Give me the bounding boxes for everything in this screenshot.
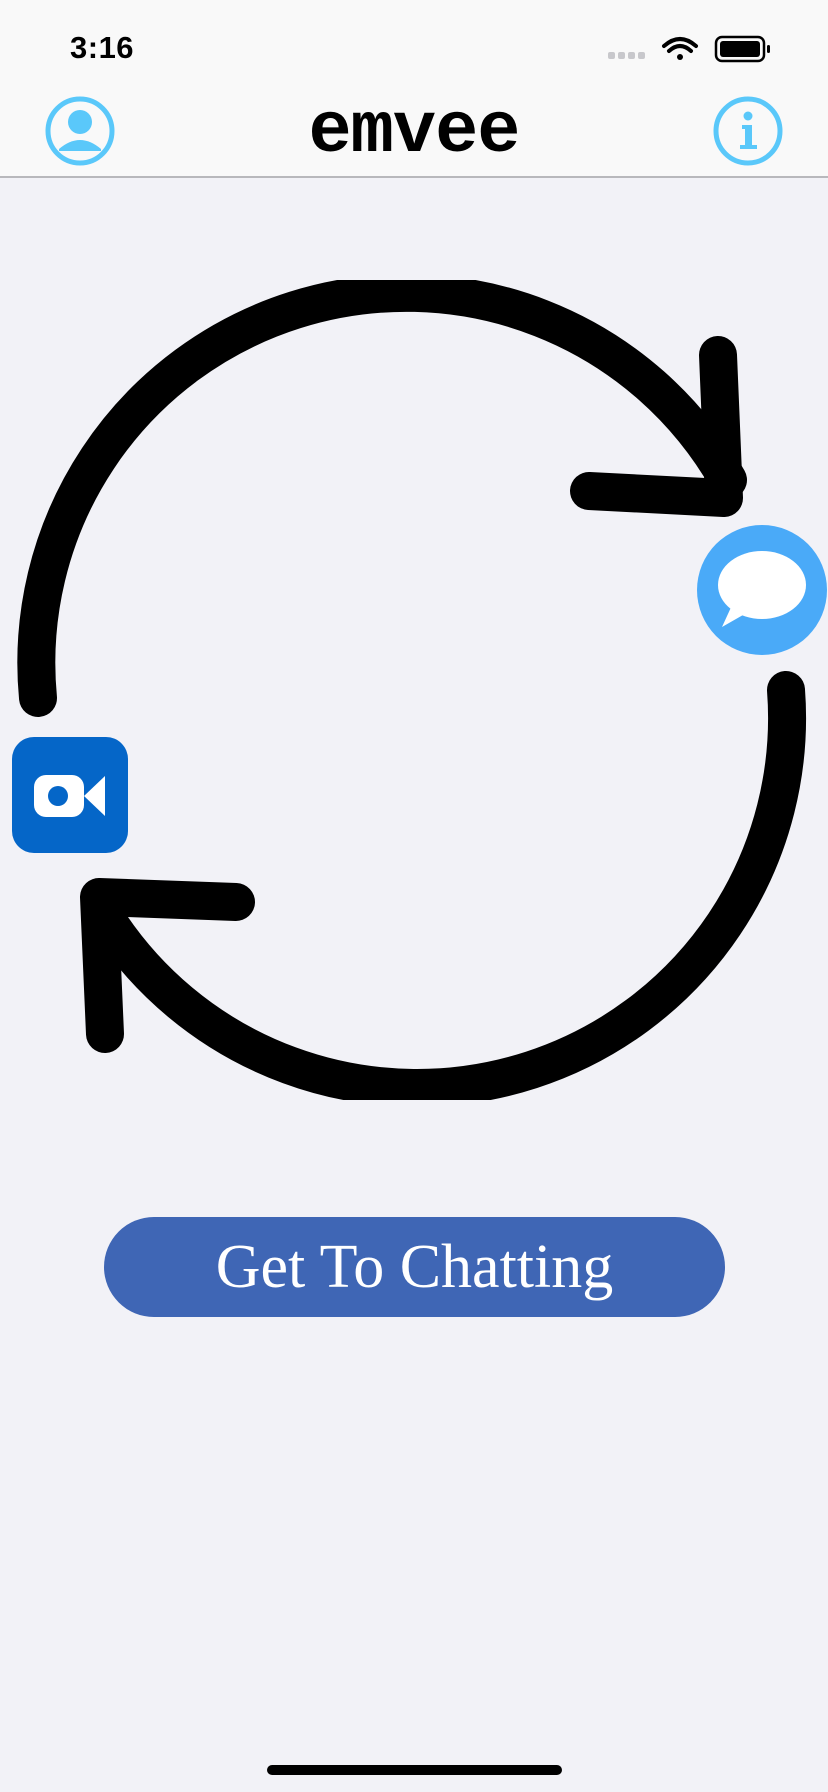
app-title: emvee (308, 91, 520, 173)
battery-icon (714, 35, 770, 63)
info-button[interactable] (712, 95, 784, 167)
wifi-icon (662, 37, 698, 60)
home-indicator[interactable] (267, 1765, 562, 1775)
message-bubble-icon (697, 525, 827, 655)
cellular-signal-icon (608, 52, 645, 59)
info-icon (713, 96, 783, 166)
cycle-illustration (12, 280, 827, 1100)
status-bar: 3:16 (0, 0, 828, 90)
status-time: 3:16 (70, 30, 135, 65)
nav-bar: emvee (0, 90, 828, 178)
get-to-chatting-button[interactable]: Get To Chatting (104, 1217, 725, 1317)
video-camera-icon (12, 737, 128, 853)
status-icons (608, 35, 770, 63)
